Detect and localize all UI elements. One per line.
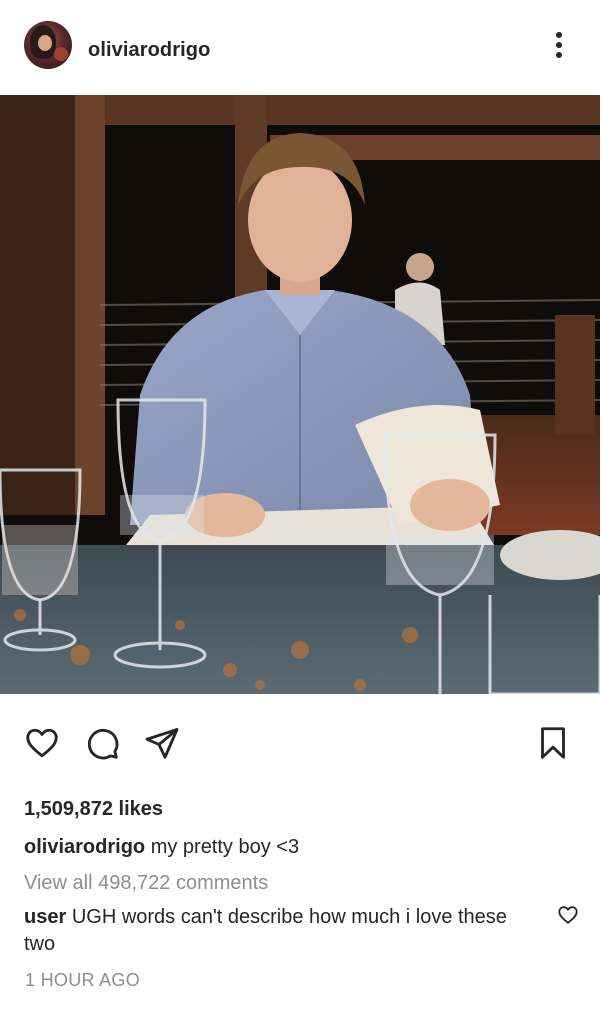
- caption-username[interactable]: oliviarodrigo: [24, 836, 145, 858]
- like-count[interactable]: 1,509,872 likes: [24, 798, 163, 821]
- avatar-light: [54, 47, 68, 61]
- paper-plane-icon[interactable]: [144, 725, 180, 761]
- post-caption: oliviarodrigo my pretty boy <3: [24, 836, 299, 859]
- post-timestamp: 1 HOUR AGO: [25, 970, 141, 990]
- avatar-face: [38, 35, 52, 51]
- view-all-comments-link[interactable]: View all 498,722 comments: [24, 872, 268, 895]
- post-photo[interactable]: [0, 95, 600, 694]
- post-actions: [0, 725, 601, 771]
- comment-text: UGH words can't describe how much i love…: [24, 906, 507, 955]
- heart-icon[interactable]: [24, 725, 60, 761]
- bookmark-icon[interactable]: [535, 725, 571, 761]
- heart-icon[interactable]: [557, 904, 579, 931]
- comment-bubble-icon[interactable]: [84, 725, 120, 761]
- post-header: oliviarodrigo: [0, 0, 601, 95]
- avatar[interactable]: [24, 21, 72, 69]
- comment-username[interactable]: user: [24, 906, 66, 928]
- comment-item: user UGH words can't describe how much i…: [24, 904, 524, 958]
- post-photo-illustration: [0, 95, 600, 694]
- caption-text: my pretty boy <3: [150, 836, 300, 858]
- post-username[interactable]: oliviarodrigo: [88, 39, 210, 62]
- more-options-icon[interactable]: [549, 29, 569, 61]
